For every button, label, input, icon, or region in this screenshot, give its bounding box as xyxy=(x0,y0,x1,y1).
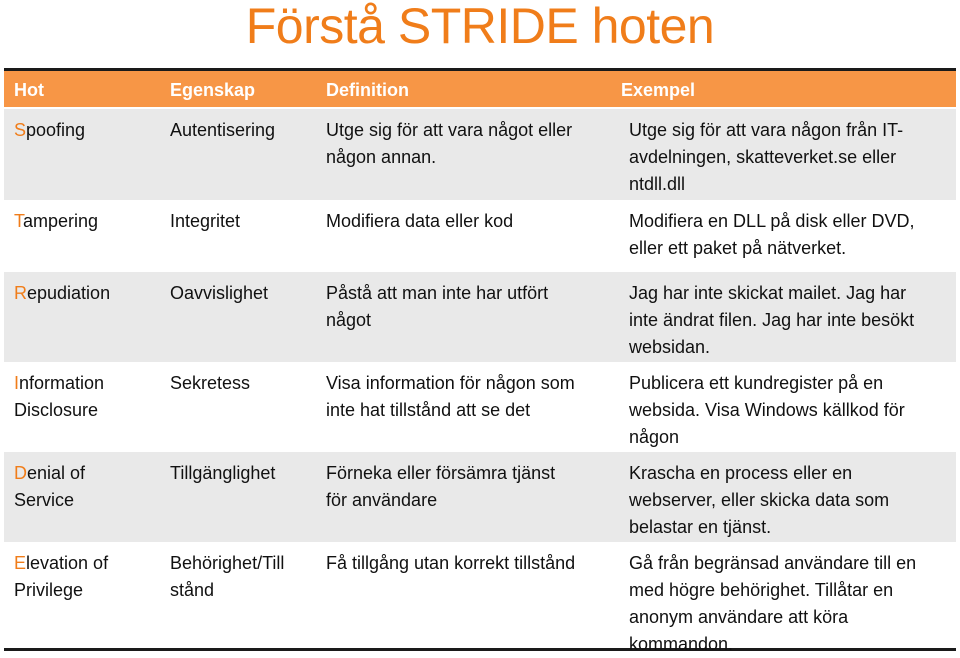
cell-exempel: Krascha en process eller en webserver, e… xyxy=(629,463,890,537)
table-row-spoofing: Spoofing Autentisering Utge sig för att … xyxy=(4,109,956,200)
stride-table: Hot Egenskap Definition Exempel Spoofing… xyxy=(4,68,956,654)
threat-initial: R xyxy=(14,283,27,303)
cell-egenskap: Tillgänglighet xyxy=(170,463,276,483)
cell-hot: Denial of Service xyxy=(4,452,160,542)
cell-exempel: Jag har inte skickat mailet. Jag har int… xyxy=(629,283,915,357)
cell-definition: Visa information för någon som inte hat … xyxy=(326,373,575,420)
table-row-information-disclosure: Information Disclosure Sekretess Visa in… xyxy=(4,362,956,452)
threat-name-rest: epudiation xyxy=(27,283,111,303)
cell-exempel: Modifiera en DLL på disk eller DVD, elle… xyxy=(629,211,915,258)
cell-egenskap: Oavvislighet xyxy=(170,283,269,303)
table-row-tampering: Tampering Integritet Modifiera data elle… xyxy=(4,200,956,272)
threat-name-rest: nformation Disclosure xyxy=(14,373,105,420)
cell-hot: Information Disclosure xyxy=(4,362,160,452)
header-exempel: Exempel xyxy=(621,80,696,100)
threat-initial: E xyxy=(14,553,27,573)
table-row-elevation-of-privilege: Elevation of Privilege Behörighet/Till s… xyxy=(4,542,956,654)
cell-hot: Elevation of Privilege xyxy=(4,542,160,658)
cell-hot: Spoofing xyxy=(4,109,160,200)
slide-title: Förstå STRIDE hoten xyxy=(245,0,715,54)
table-row-repudiation: Repudiation Oavvislighet Påstå att man i… xyxy=(4,272,956,362)
cell-exempel: Publicera ett kundregister på en websida… xyxy=(629,373,905,447)
cell-definition: Förneka eller försämra tjänst för använd… xyxy=(326,463,556,510)
cell-egenskap: Behörighet/Till stånd xyxy=(170,553,285,600)
threat-name-rest: ampering xyxy=(23,211,99,231)
cell-definition: Utge sig för att vara något eller någon … xyxy=(326,120,573,167)
table-header-row: Hot Egenskap Definition Exempel xyxy=(4,71,956,109)
cell-exempel: Utge sig för att vara någon från IT- avd… xyxy=(629,120,904,194)
header-egenskap: Egenskap xyxy=(170,80,256,100)
cell-hot: Repudiation xyxy=(4,272,160,362)
header-definition: Definition xyxy=(326,80,409,100)
cell-hot: Tampering xyxy=(4,200,160,272)
cell-exempel: Gå från begränsad användare till en med … xyxy=(629,553,917,654)
cell-egenskap: Integritet xyxy=(170,211,241,231)
cell-egenskap: Sekretess xyxy=(170,373,251,393)
threat-initial: D xyxy=(14,463,27,483)
threat-initial: S xyxy=(14,120,27,140)
cell-egenskap: Autentisering xyxy=(170,120,276,140)
cell-definition: Få tillgång utan korrekt tillstånd xyxy=(326,553,576,573)
cell-definition: Påstå att man inte har utfört något xyxy=(326,283,549,330)
threat-initial: T xyxy=(14,211,23,231)
threat-name-rest: poofing xyxy=(26,120,86,140)
cell-definition: Modifiera data eller kod xyxy=(326,211,514,231)
header-hot: Hot xyxy=(14,80,44,100)
table-row-denial-of-service: Denial of Service Tillgänglighet Förneka… xyxy=(4,452,956,542)
threat-name-rest: levation of Privilege xyxy=(14,553,109,600)
